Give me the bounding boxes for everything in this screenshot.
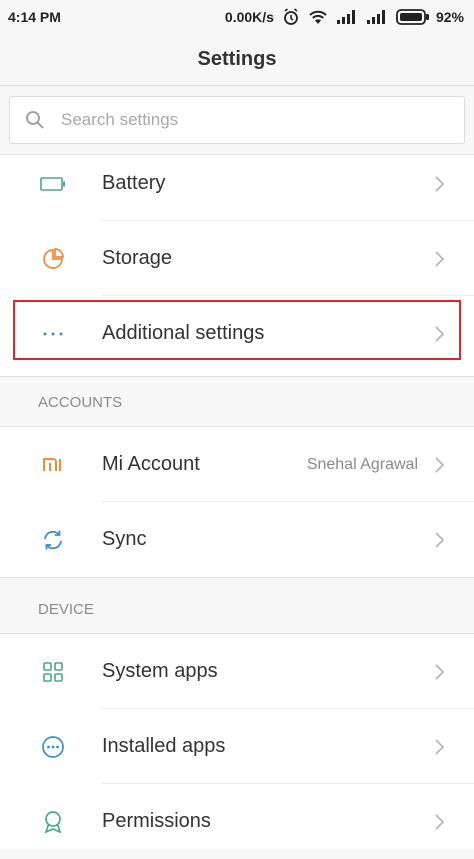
row-storage[interactable]: Storage [0,221,474,296]
status-bar: 4:14 PM 0.00K/s 92% [0,0,474,34]
mi-logo-icon [40,452,66,478]
chevron-right-icon [434,250,446,268]
grid-icon [40,659,66,685]
row-installed-apps-label: Installed apps [102,735,226,757]
chevron-right-icon [434,531,446,549]
row-installed-apps[interactable]: Installed apps [0,709,474,784]
wifi-icon [308,9,328,25]
search-area [0,86,474,154]
row-battery-label: Battery [102,172,166,194]
search-input[interactable] [59,109,443,131]
apps-circle-icon [40,734,66,760]
chevron-right-icon [434,738,446,756]
status-indicators: 0.00K/s 92% [225,8,464,26]
chevron-right-icon [434,663,446,681]
badge-icon [40,809,66,835]
chevron-right-icon [434,813,446,831]
row-mi-account[interactable]: Mi Account Snehal Agrawal [0,427,474,502]
page-title: Settings [197,48,277,70]
general-group: Battery Storage Additional settings [0,154,474,377]
search-icon [26,111,44,129]
network-speed: 0.00K/s [224,9,274,25]
row-sync[interactable]: Sync [0,502,474,577]
chevron-right-icon [434,175,446,193]
row-additional-settings-label: Additional settings [102,322,265,344]
row-system-apps[interactable]: System apps [0,634,474,709]
signal-icon [336,10,358,24]
section-header-device: DEVICE [38,600,94,618]
mi-account-user-name: Snehal Agrawal [306,455,418,473]
chevron-right-icon [434,456,446,474]
section-header-accounts: ACCOUNTS [38,393,123,411]
status-time: 4:14 PM [8,9,61,25]
row-permissions-label: Permissions [102,810,211,832]
battery-percent: 92% [435,9,464,25]
device-group: System apps Installed apps Permissions [0,633,474,849]
row-storage-label: Storage [102,247,173,269]
sync-icon [40,527,66,553]
storage-pie-icon [40,246,66,272]
signal-icon-2 [366,10,388,24]
title-bar: Settings [0,34,474,86]
row-battery[interactable]: Battery [0,146,474,221]
row-system-apps-label: System apps [102,660,218,682]
row-permissions[interactable]: Permissions [0,784,474,859]
status-battery-icon [396,9,429,25]
search-box[interactable] [9,96,465,144]
row-additional-settings[interactable]: Additional settings [0,296,474,371]
alarm-icon [282,8,300,26]
row-sync-label: Sync [102,528,147,550]
status-battery: 92% [396,9,464,25]
more-dots-icon [40,321,66,347]
accounts-group: Mi Account Snehal Agrawal Sync [0,426,474,578]
battery-icon [40,171,66,197]
chevron-right-icon [434,325,446,343]
row-mi-account-label: Mi Account [102,453,200,475]
